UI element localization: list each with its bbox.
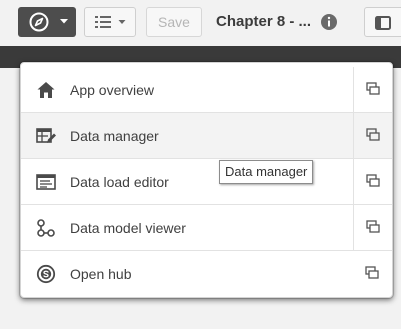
open-in-new-tab-button[interactable]	[353, 67, 392, 113]
bookmark-icon	[375, 16, 391, 30]
info-icon[interactable]	[320, 13, 338, 31]
menu-item-label: Data manager	[70, 128, 159, 144]
open-in-new-tab-button[interactable]	[353, 205, 392, 251]
new-tab-icon	[366, 128, 380, 141]
new-tab-icon	[366, 82, 380, 95]
list-icon	[95, 16, 111, 28]
tooltip: Data manager	[219, 160, 314, 184]
script-editor-icon	[36, 174, 56, 190]
new-tab-icon	[366, 174, 380, 187]
new-tab-icon	[365, 266, 379, 279]
menu-item-data-model-viewer[interactable]: Data model viewer	[21, 205, 392, 251]
open-in-new-tab-button[interactable]	[353, 113, 392, 159]
hub-icon	[36, 264, 56, 284]
chevron-down-icon	[118, 20, 126, 24]
bookmark-button[interactable]	[364, 7, 401, 37]
menu-item-label: App overview	[70, 82, 155, 98]
home-icon	[37, 82, 55, 98]
menu-item-app-overview[interactable]: App overview	[21, 67, 392, 113]
compass-icon	[29, 12, 49, 32]
data-manager-icon	[36, 128, 56, 143]
menu-item-label: Open hub	[70, 266, 132, 282]
sheets-button[interactable]	[84, 7, 136, 37]
open-in-new-tab-button[interactable]	[353, 251, 392, 297]
toolbar: Save Chapter 8 - ...	[0, 0, 401, 46]
new-tab-icon	[366, 220, 380, 233]
menu-item-open-hub[interactable]: Open hub	[21, 251, 392, 297]
open-in-new-tab-button[interactable]	[353, 159, 392, 205]
menu-item-label: Data model viewer	[70, 220, 186, 236]
chevron-down-icon	[60, 19, 68, 24]
navigation-dropdown-menu: App overview Data manager Data load edit…	[20, 62, 393, 298]
menu-item-data-manager[interactable]: Data manager	[21, 113, 392, 159]
menu-item-label: Data load editor	[70, 174, 169, 190]
menu-item-data-load-editor[interactable]: Data load editor	[21, 159, 392, 205]
app-title: Chapter 8 - ...	[216, 13, 312, 30]
data-model-icon	[37, 219, 55, 237]
save-button[interactable]: Save	[146, 7, 202, 37]
navigation-menu-button[interactable]	[18, 7, 76, 37]
